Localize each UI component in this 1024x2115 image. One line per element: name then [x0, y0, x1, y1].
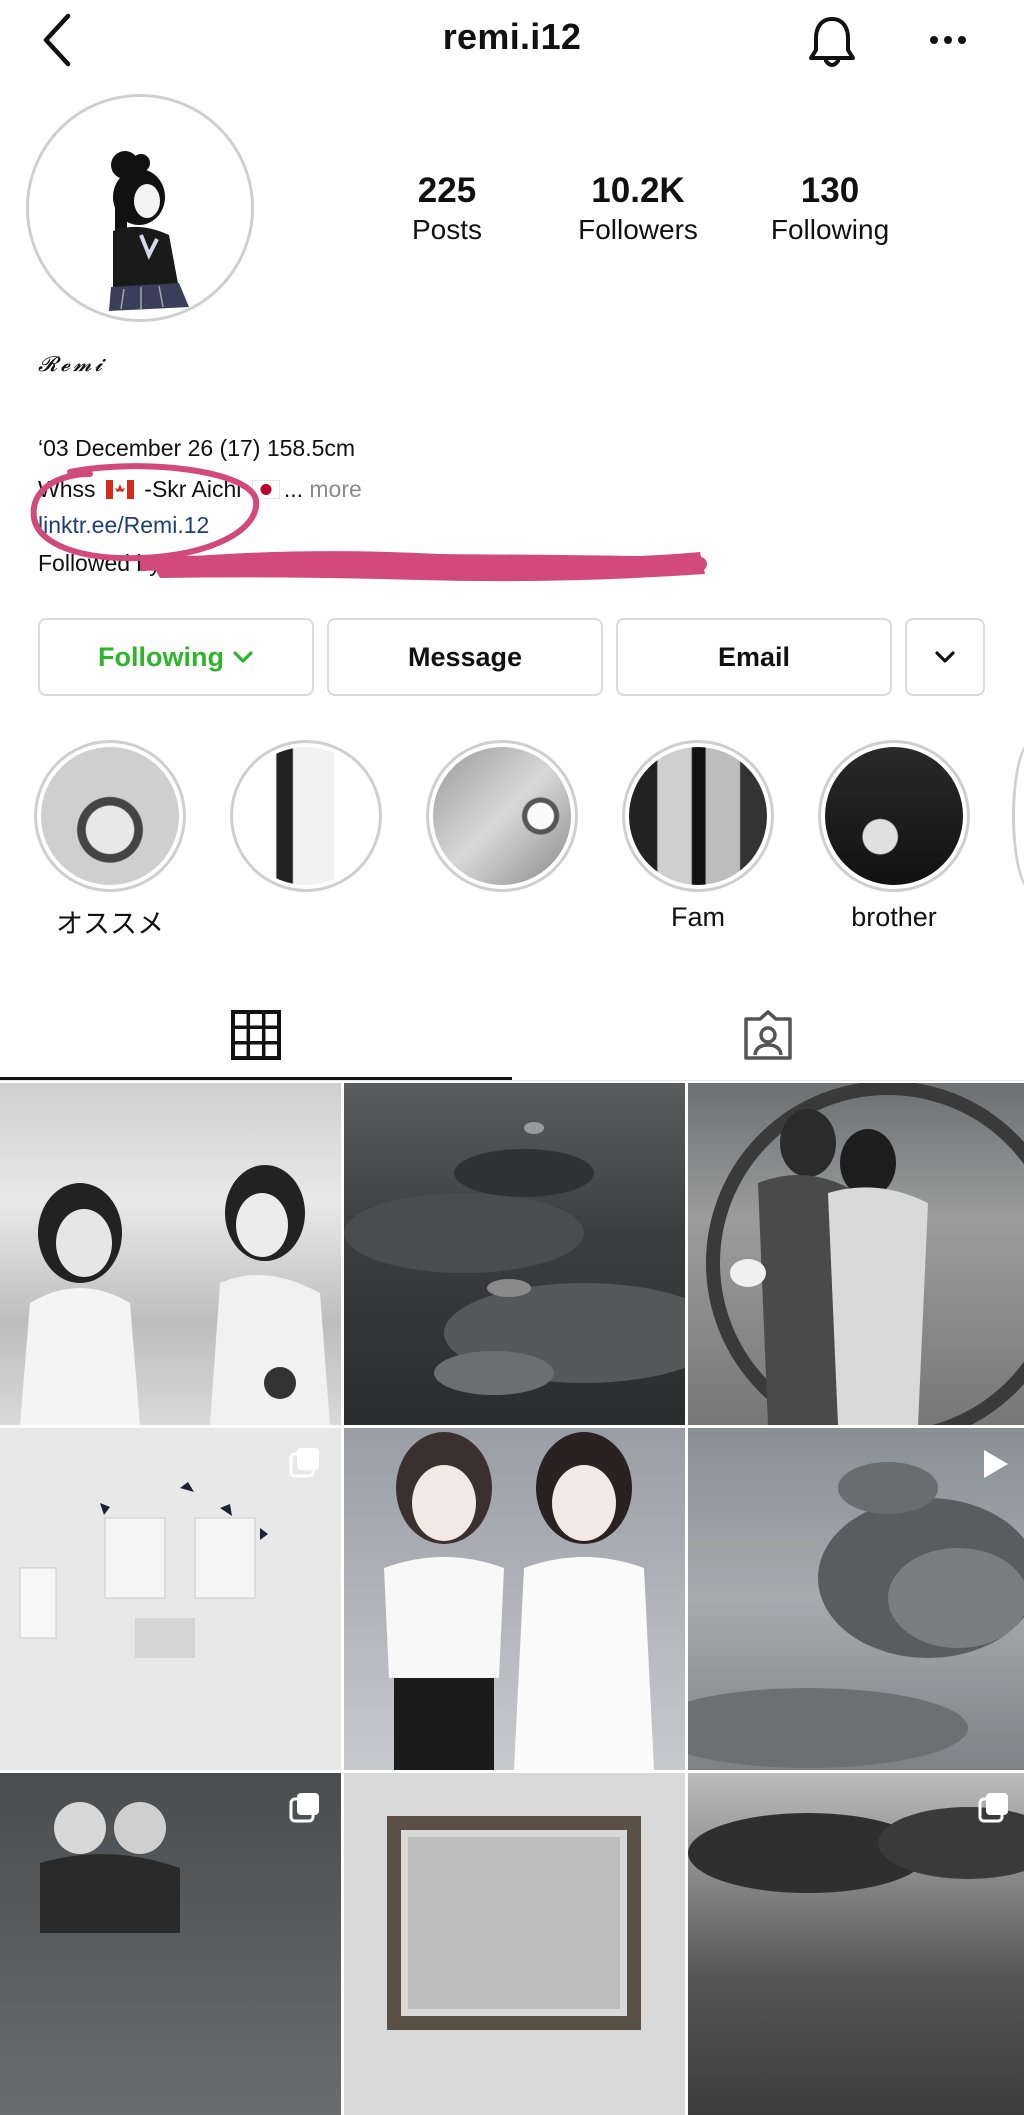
- highlight-cover-ring[interactable]: [818, 740, 970, 892]
- post-image: [344, 1122, 685, 1395]
- highlight-item[interactable]: Fam: [618, 740, 778, 936]
- post-image: [688, 1462, 1024, 1768]
- carousel-icon: [978, 1793, 1008, 1823]
- post-thumbnail[interactable]: [344, 1428, 685, 1770]
- post-image: [20, 1165, 330, 1425]
- tab-divider: [0, 1080, 1024, 1081]
- carousel-icon: [289, 1448, 319, 1478]
- following-button-label: Following: [98, 641, 224, 672]
- following-count[interactable]: 130 Following: [730, 170, 930, 248]
- suggested-accounts-button[interactable]: [905, 618, 985, 696]
- chevron-down-icon: [233, 651, 253, 663]
- post-grid: [0, 1083, 1024, 2115]
- chevron-down-icon: [935, 651, 955, 663]
- highlight-item[interactable]: brother: [814, 740, 974, 936]
- highlight-cover-image: [237, 747, 375, 885]
- tab-tagged[interactable]: [512, 990, 1024, 1080]
- following-count-value: 130: [800, 171, 860, 210]
- highlight-cover-ring[interactable]: [622, 740, 774, 892]
- highlight-label: Fam: [671, 902, 725, 932]
- video-play-icon: [984, 1450, 1008, 1478]
- highlight-item[interactable]: [226, 740, 386, 936]
- more-options-icon[interactable]: [926, 26, 970, 54]
- post-image: [688, 1807, 1024, 1893]
- avatar-illustration: [29, 97, 251, 319]
- following-count-label: Following: [770, 214, 890, 245]
- following-button[interactable]: Following: [38, 618, 314, 696]
- message-button-label: Message: [407, 641, 523, 672]
- profile-username-title: remi.i12: [442, 16, 582, 57]
- posts-count[interactable]: 225 Posts: [347, 170, 547, 248]
- posts-count-label: Posts: [411, 214, 483, 245]
- highlight-item[interactable]: オススメ: [30, 740, 190, 939]
- highlight-cover-image: [41, 747, 179, 885]
- post-thumbnail[interactable]: [344, 1773, 685, 2115]
- post-image: [387, 1816, 641, 2030]
- highlight-cover-image: [825, 747, 963, 885]
- followers-count-label: Followers: [578, 214, 698, 245]
- highlight-cover-ring[interactable]: [230, 740, 382, 892]
- posts-count-value: 225: [417, 171, 477, 210]
- grid-icon: [231, 1010, 281, 1060]
- post-image: [706, 1083, 1024, 1425]
- profile-avatar[interactable]: [26, 94, 254, 322]
- highlight-cover-ring[interactable]: [34, 740, 186, 892]
- highlight-item-partial[interactable]: [1012, 740, 1024, 892]
- post-thumbnail[interactable]: [688, 1773, 1024, 2115]
- post-thumbnail[interactable]: [0, 1428, 341, 1770]
- tab-posts-grid[interactable]: [0, 990, 512, 1080]
- post-thumbnail[interactable]: [688, 1083, 1024, 1425]
- post-thumbnail[interactable]: [344, 1083, 685, 1425]
- carousel-icon: [289, 1793, 319, 1823]
- highlight-cover-ring[interactable]: [426, 740, 578, 892]
- highlight-label: [226, 902, 386, 936]
- post-thumbnail[interactable]: [0, 1773, 341, 2115]
- bio-more-link[interactable]: more: [309, 476, 361, 502]
- followers-count[interactable]: 10.2K Followers: [538, 170, 738, 248]
- highlight-cover-image: [629, 747, 767, 885]
- highlight-cover-image: [433, 747, 571, 885]
- post-thumbnail[interactable]: [688, 1428, 1024, 1770]
- highlight-label: [422, 902, 582, 936]
- profile-display-name: 𝓡𝓮𝓶𝓲: [38, 352, 106, 376]
- notification-bell-icon[interactable]: [806, 14, 858, 70]
- followers-count-value: 10.2K: [591, 171, 685, 210]
- message-button[interactable]: Message: [327, 618, 603, 696]
- email-button[interactable]: Email: [616, 618, 892, 696]
- active-tab-indicator: [0, 1077, 512, 1080]
- bio-ellipsis: ...: [283, 476, 303, 502]
- highlight-label: オススメ: [56, 909, 164, 939]
- post-image: [384, 1432, 654, 1770]
- redaction-scribble: [140, 551, 707, 582]
- bio-line-birthday: ‘03 December 26 (17) 158.5cm: [38, 435, 356, 461]
- highlight-label: brother: [851, 902, 937, 932]
- tagged-icon: [744, 1010, 792, 1060]
- highlight-item[interactable]: [422, 740, 582, 936]
- post-thumbnail[interactable]: [0, 1083, 341, 1425]
- email-button-label: Email: [717, 641, 791, 672]
